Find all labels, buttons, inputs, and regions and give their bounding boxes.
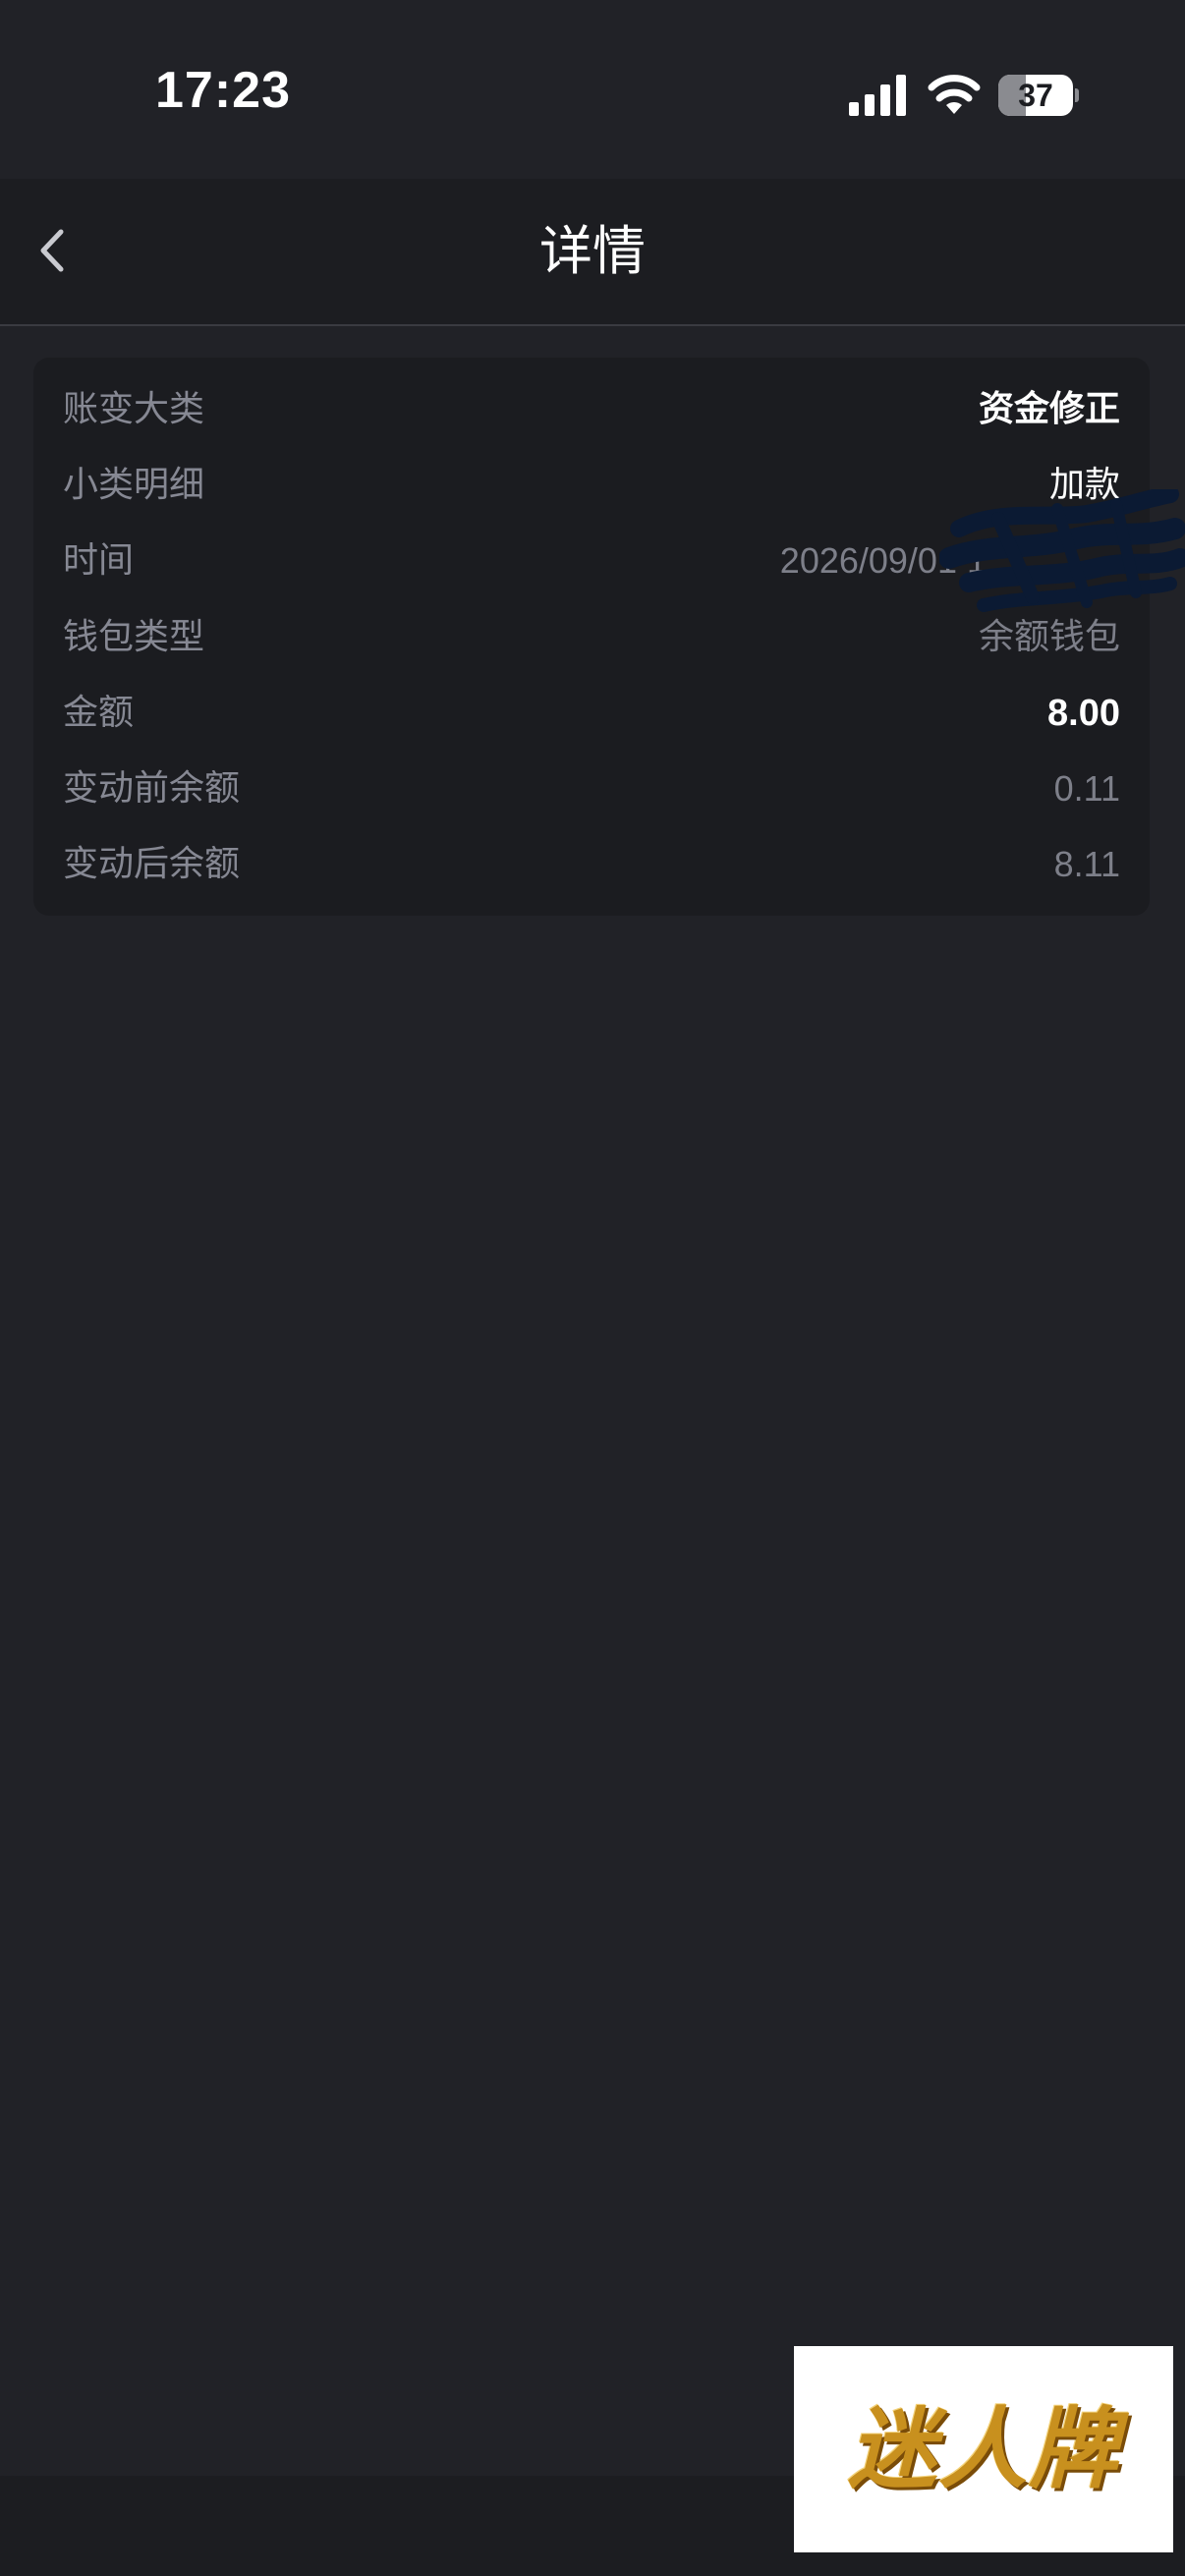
battery-level: 37 bbox=[1018, 78, 1053, 113]
watermark-text: 迷人牌 bbox=[848, 2397, 1119, 2501]
detail-value: 8.00 bbox=[1047, 693, 1120, 734]
detail-value: 8.11 bbox=[1053, 844, 1120, 884]
detail-row-balance-before: 变动前余额 0.11 bbox=[63, 755, 1120, 823]
detail-row-balance-after: 变动后余额 8.11 bbox=[63, 830, 1120, 899]
page-title: 详情 bbox=[539, 220, 646, 282]
detail-label: 金额 bbox=[63, 693, 135, 733]
detail-value: 资金修正 bbox=[978, 389, 1120, 429]
detail-row-amount: 金额 8.00 bbox=[63, 679, 1120, 748]
detail-label: 小类明细 bbox=[63, 465, 205, 505]
detail-row-category: 账变大类 资金修正 bbox=[63, 375, 1120, 444]
watermark-logo: 迷人牌 bbox=[794, 2346, 1173, 2552]
redaction-scribble bbox=[939, 489, 1185, 612]
detail-label: 时间 bbox=[63, 540, 135, 581]
nav-bar: 详情 bbox=[0, 179, 1185, 326]
battery-cap bbox=[1075, 88, 1079, 102]
battery-icon: 37 bbox=[998, 75, 1079, 116]
back-button[interactable] bbox=[28, 218, 75, 283]
status-bar: 17:23 37 bbox=[0, 0, 1185, 179]
detail-label: 钱包类型 bbox=[63, 617, 205, 657]
status-time: 17:23 bbox=[155, 62, 291, 119]
detail-label: 变动后余额 bbox=[63, 844, 241, 884]
chevron-left-icon bbox=[40, 229, 64, 272]
detail-label: 变动前余额 bbox=[63, 768, 241, 809]
wifi-icon bbox=[928, 75, 981, 114]
detail-value: 0.11 bbox=[1053, 768, 1120, 809]
detail-label: 账变大类 bbox=[63, 389, 205, 429]
detail-card: 账变大类 资金修正 小类明细 加款 时间 2026/09/01 1 钱包类型 余… bbox=[33, 358, 1150, 916]
signal-icon bbox=[849, 75, 906, 116]
